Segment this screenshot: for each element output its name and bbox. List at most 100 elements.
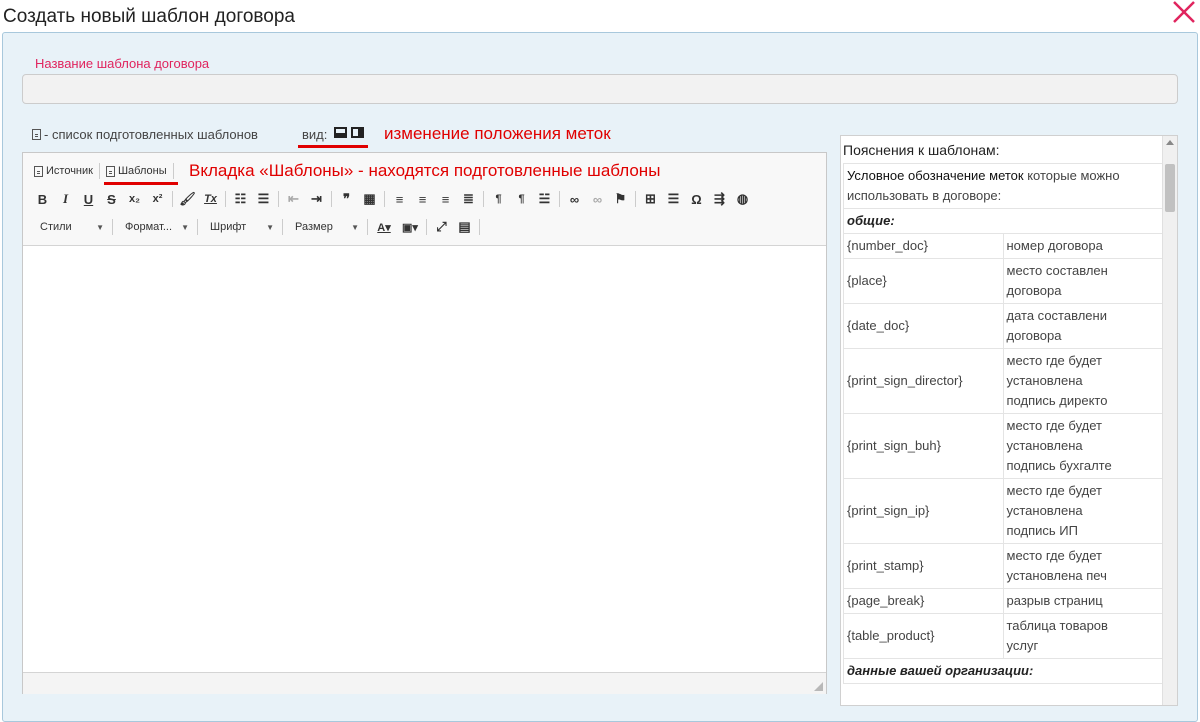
table-icon[interactable]: ⊞ (639, 190, 662, 208)
tag-description: место составлен договора (1002, 258, 1163, 304)
templates-icon (105, 165, 115, 177)
intro-bold-text: Условное обозначение меток (847, 168, 1024, 183)
toolbar-separator (98, 163, 100, 179)
styles-combo-label: Стили (40, 221, 72, 233)
tag-name: {print_stamp} (843, 543, 1004, 589)
special-char-button[interactable]: Ω (685, 190, 708, 208)
bold-button[interactable]: B (31, 190, 54, 208)
bg-color-icon[interactable]: ▣▾ (397, 218, 423, 236)
underline-button[interactable]: U (77, 190, 100, 208)
tag-row: {print_sign_buh} место где будет установл… (843, 413, 1163, 479)
tag-row: {print_sign_ip} место где будет установле… (843, 478, 1163, 544)
chevron-down-icon: ▼ (351, 222, 359, 232)
templates-button[interactable]: Шаблоны (103, 165, 170, 177)
tag-name: {table_product} (843, 613, 1004, 659)
align-center-icon[interactable]: ≡ (411, 190, 434, 208)
tag-description: место где будет установлена подпись дире… (1002, 348, 1163, 414)
template-name-input[interactable] (22, 74, 1178, 104)
tag-row: {date_doc} дата составлени договора (843, 303, 1163, 349)
horizontal-line-icon[interactable]: ☰ (662, 190, 685, 208)
align-justify-icon[interactable]: ≣ (457, 190, 480, 208)
outdent-icon[interactable]: ⇤ (282, 190, 305, 208)
toolbar-separator (197, 219, 198, 235)
templates-hint: - список подготовленных шаблонов (32, 127, 258, 142)
font-combo[interactable]: Шрифт ▼ (201, 218, 279, 236)
toolbar-separator (225, 191, 226, 207)
size-combo-label: Размер (295, 221, 333, 233)
format-combo[interactable]: Формат... ▼ (116, 218, 194, 236)
chevron-down-icon: ▼ (181, 222, 189, 232)
styles-combo[interactable]: Стили ▼ (31, 218, 109, 236)
show-blocks-icon[interactable]: ▤ (453, 218, 476, 236)
tag-row: {number_doc} номер договора (843, 233, 1163, 259)
link-icon[interactable]: ∞ (563, 190, 586, 208)
view-toggle (334, 127, 364, 138)
tag-description: место где будет установлена печ (1002, 543, 1163, 589)
div-container-icon[interactable]: ▦ (358, 190, 381, 208)
indent-icon[interactable]: ⇥ (305, 190, 328, 208)
source-button[interactable]: Источник (31, 165, 96, 177)
section-row: общие: (843, 208, 1163, 234)
subscript-button[interactable]: x₂ (123, 190, 146, 208)
globe-icon[interactable]: ◍ (731, 190, 754, 208)
tag-row: {table_product} таблица товаров услуг (843, 613, 1163, 659)
size-combo[interactable]: Размер ▼ (286, 218, 364, 236)
tag-description: разрыв страниц (1002, 588, 1163, 614)
document-icon (32, 129, 41, 140)
tag-description: дата составлени договора (1002, 303, 1163, 349)
align-left-icon[interactable]: ≡ (388, 190, 411, 208)
chevron-down-icon: ▼ (96, 222, 104, 232)
unlink-icon[interactable]: ∞ (586, 190, 609, 208)
toolbar-separator (384, 191, 385, 207)
editor-content-area[interactable] (23, 246, 826, 673)
rich-text-editor: Источник Шаблоны B I U S x₂ x² 🖌 Tx ☷ ☰ … (22, 152, 827, 694)
tag-row: {print_stamp} место где будет установлена… (843, 543, 1163, 589)
close-x-icon[interactable] (1170, 0, 1198, 26)
scroll-thumb[interactable] (1165, 164, 1175, 212)
tag-name: {number_doc} (843, 233, 1004, 259)
templates-annotation: Вкладка «Шаблоны» - находятся подготовле… (189, 161, 661, 180)
numbered-list-icon[interactable]: ☷ (229, 190, 252, 208)
tag-description: место где будет установлена подпись ИП (1002, 478, 1163, 544)
ltr-icon[interactable]: ¶ (487, 190, 510, 208)
superscript-button[interactable]: x² (146, 190, 169, 208)
copy-format-icon[interactable]: 🖌 (176, 190, 199, 208)
italic-button[interactable]: I (54, 190, 77, 208)
resize-handle-icon[interactable] (814, 682, 823, 691)
toolbar-separator (479, 219, 480, 235)
language-icon[interactable]: ☱ (533, 190, 556, 208)
tag-row: {print_sign_director} место где будет уст… (843, 348, 1163, 414)
blockquote-button[interactable]: ❞ (335, 190, 358, 208)
template-name-label: Название шаблона договора (35, 56, 210, 71)
page-break-icon[interactable]: ⇶ (708, 190, 731, 208)
text-color-icon[interactable]: A▾ (371, 218, 397, 236)
view-bottom-icon[interactable] (334, 127, 347, 138)
tag-name: {print_sign_director} (843, 348, 1004, 414)
toolbar-separator (172, 191, 173, 207)
side-scrollbar[interactable] (1162, 136, 1177, 705)
align-right-icon[interactable]: ≡ (434, 190, 457, 208)
remove-format-button[interactable]: Tx (199, 190, 222, 208)
view-right-icon[interactable] (351, 127, 364, 138)
editor-statusbar (23, 673, 826, 694)
scroll-up-icon[interactable] (1166, 140, 1174, 145)
view-label: вид: (302, 127, 328, 142)
strike-button[interactable]: S (100, 190, 123, 208)
dialog-title: Создать новый шаблон договора (3, 6, 295, 27)
tag-row: {page_break} разрыв страниц (843, 588, 1163, 614)
toolbar-separator (172, 163, 174, 179)
maximize-icon[interactable]: ⤢ (430, 218, 453, 236)
tag-name: {date_doc} (843, 303, 1004, 349)
toolbar-separator (331, 191, 332, 207)
bullet-list-icon[interactable]: ☰ (252, 190, 275, 208)
section-org: данные вашей организации: (843, 658, 1163, 684)
rtl-icon[interactable]: ¶ (510, 190, 533, 208)
anchor-flag-icon[interactable]: ⚑ (609, 190, 632, 208)
toolbar-separator (483, 191, 484, 207)
toolbar-row-tabs: Источник Шаблоны (31, 163, 177, 179)
tag-name: {page_break} (843, 588, 1004, 614)
tag-row: {place} место составлен договора (843, 258, 1163, 304)
tag-description: место где будет установлена подпись бухг… (1002, 413, 1163, 479)
tags-table: Условное обозначение меток которые можно… (843, 163, 1163, 684)
source-icon (34, 165, 43, 177)
